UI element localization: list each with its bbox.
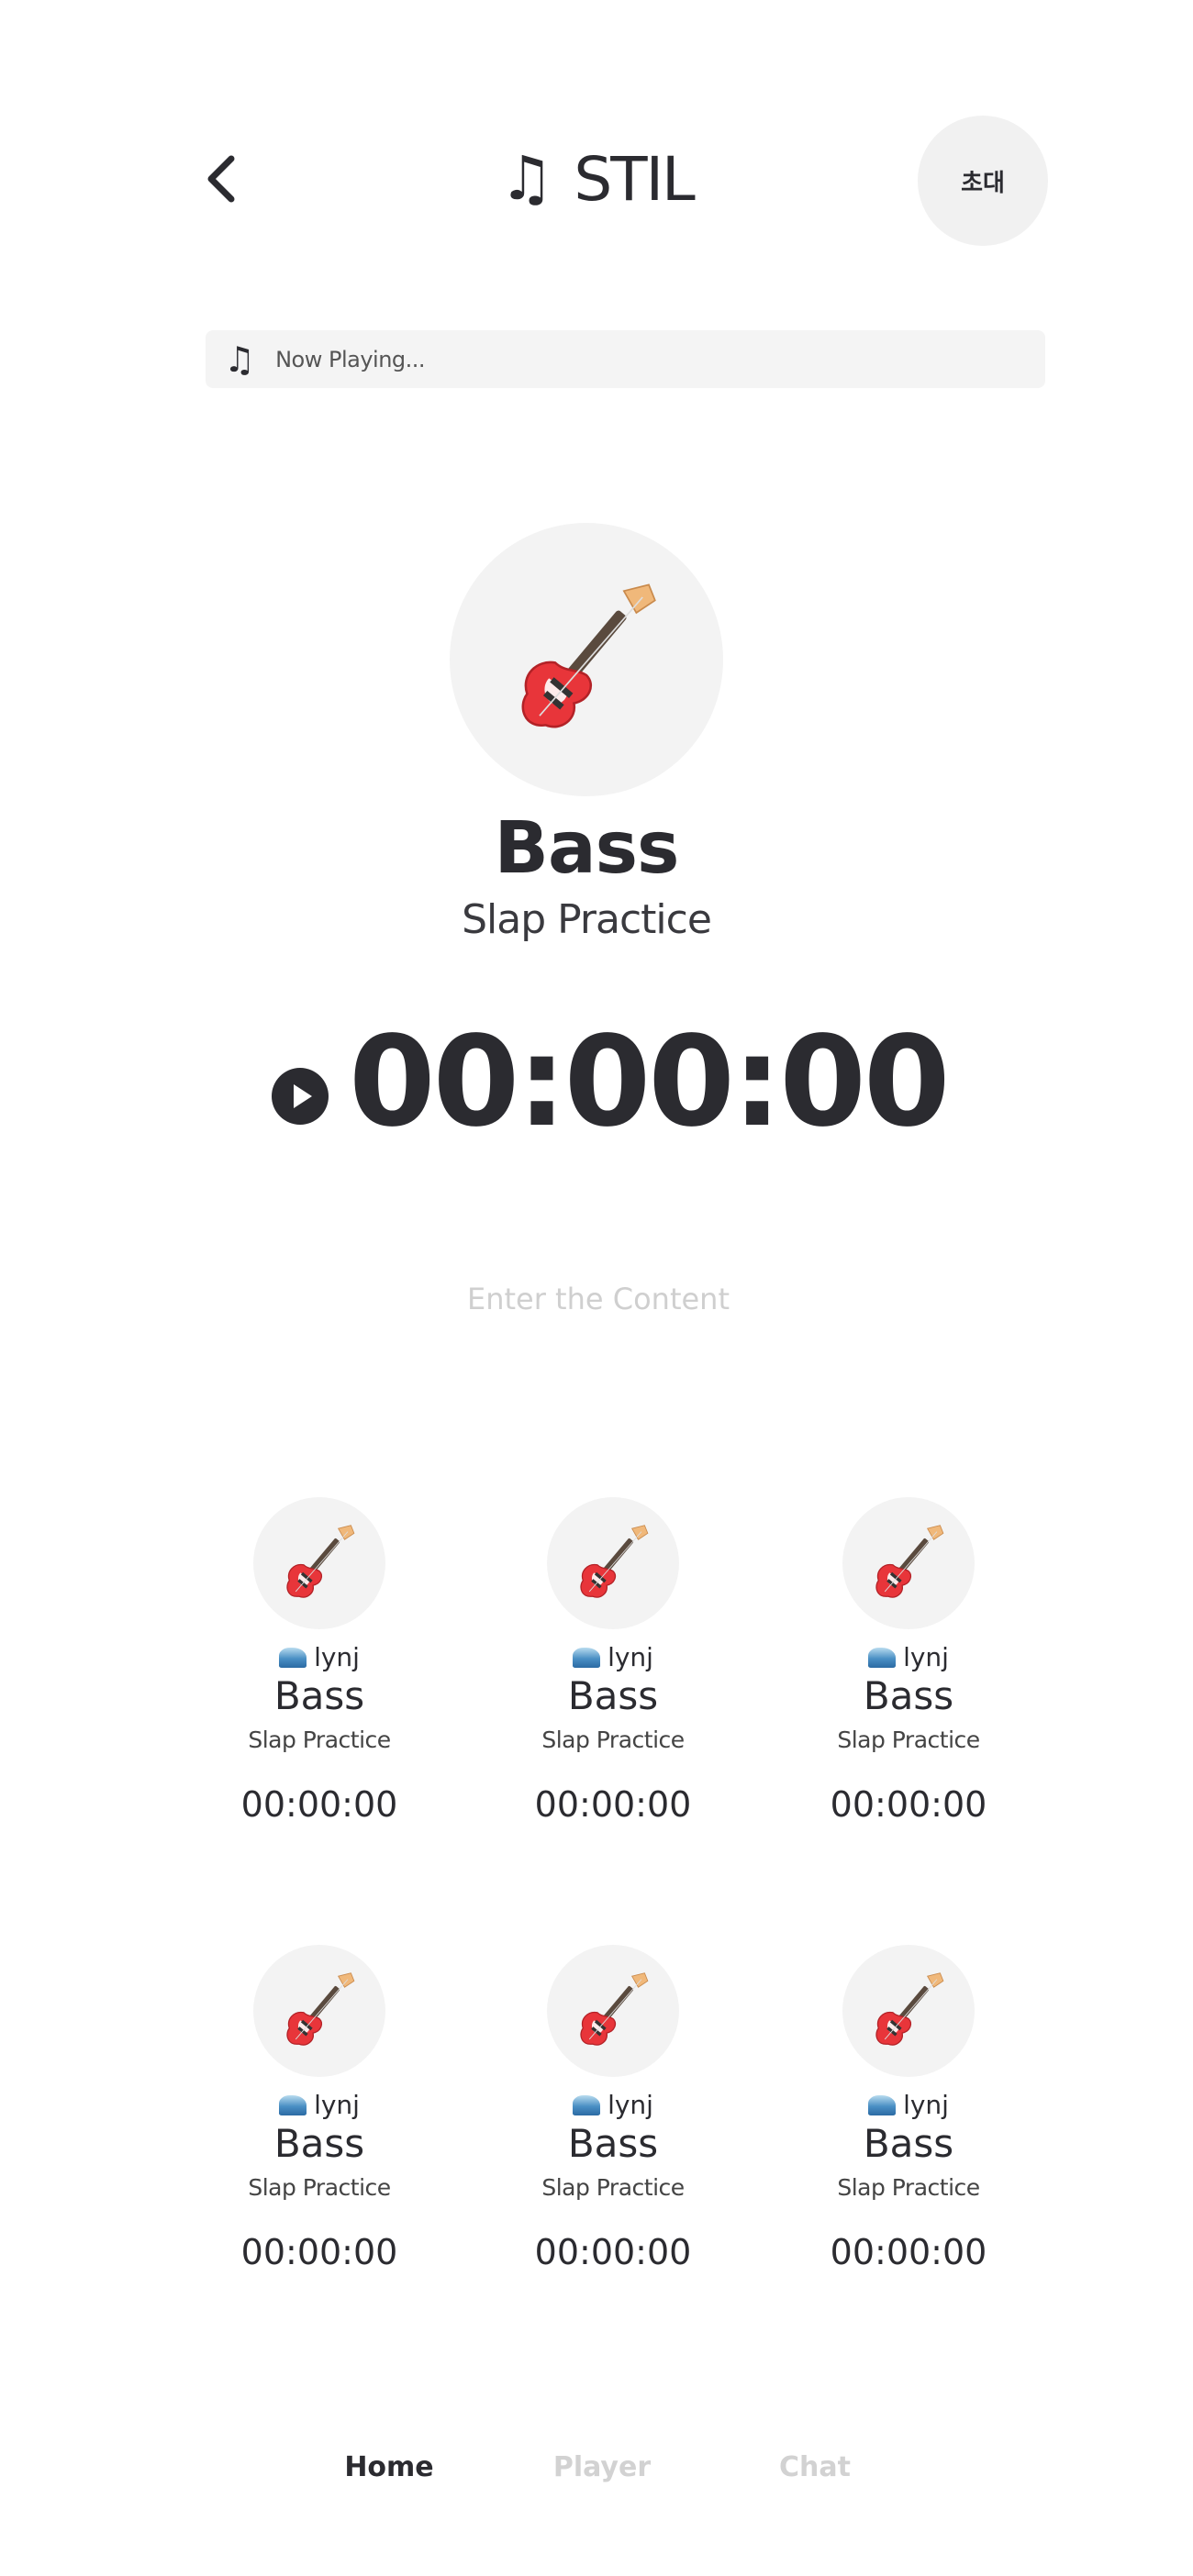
- user-card[interactable]: lynj Bass Slap Practice 00:00:00: [745, 1945, 1039, 2312]
- card-instrument-name: Bass: [863, 1673, 954, 1718]
- guitar-icon: [508, 582, 664, 738]
- user-card[interactable]: lynj Bass Slap Practice 00:00:00: [745, 1497, 1039, 1864]
- play-button[interactable]: [272, 1068, 329, 1125]
- card-user-name: lynj: [903, 2090, 949, 2120]
- wave-icon: [868, 1648, 897, 1668]
- guitar-icon: [869, 1524, 948, 1603]
- music-note-icon: ♫: [499, 143, 554, 214]
- card-user-name: lynj: [608, 1642, 653, 1672]
- card-user: lynj: [156, 1642, 483, 1672]
- nav-item-chat[interactable]: Chat: [723, 2451, 907, 2483]
- wave-icon: [573, 1648, 601, 1668]
- card-instrument-avatar: [253, 1945, 385, 2077]
- hero-instrument-name: Bass: [494, 807, 680, 890]
- card-instrument-name: Bass: [567, 2121, 659, 2166]
- card-instrument-name: Bass: [273, 2121, 365, 2166]
- card-timer: 00:00:00: [534, 2232, 692, 2272]
- nav-item-home[interactable]: Home: [297, 2451, 481, 2483]
- invite-button[interactable]: 초대: [918, 116, 1048, 246]
- now-playing-text: Now Playing...: [275, 346, 426, 372]
- nav-item-player[interactable]: Player: [510, 2451, 694, 2483]
- card-user: lynj: [156, 2090, 483, 2120]
- card-user-name: lynj: [314, 1642, 360, 1672]
- hero-activity: Slap Practice: [462, 896, 712, 943]
- card-instrument-name: Bass: [567, 1673, 659, 1718]
- guitar-icon: [574, 1971, 652, 2050]
- card-instrument-avatar: [253, 1497, 385, 1629]
- music-note-icon: ♫: [224, 339, 256, 380]
- user-card[interactable]: lynj Bass Slap Practice 00:00:00: [450, 1945, 743, 2312]
- card-timer: 00:00:00: [240, 2232, 398, 2272]
- card-activity: Slap Practice: [837, 1727, 980, 1753]
- card-instrument-avatar: [547, 1497, 679, 1629]
- card-activity: Slap Practice: [248, 1727, 391, 1753]
- card-instrument-avatar: [547, 1945, 679, 2077]
- card-user: lynj: [745, 1642, 1072, 1672]
- content-input[interactable]: [358, 1271, 839, 1327]
- card-instrument-avatar: [842, 1497, 975, 1629]
- user-card[interactable]: lynj Bass Slap Practice 00:00:00: [156, 1945, 450, 2312]
- wave-icon: [573, 2095, 601, 2115]
- hero-timer: 00:00:00: [349, 1010, 951, 1155]
- user-card[interactable]: lynj Bass Slap Practice 00:00:00: [156, 1497, 450, 1864]
- card-timer: 00:00:00: [534, 1784, 692, 1825]
- guitar-icon: [574, 1524, 652, 1603]
- card-user: lynj: [450, 1642, 776, 1672]
- card-user: lynj: [745, 2090, 1072, 2120]
- card-timer: 00:00:00: [830, 1784, 987, 1825]
- card-activity: Slap Practice: [837, 2174, 980, 2201]
- user-card[interactable]: lynj Bass Slap Practice 00:00:00: [450, 1497, 743, 1864]
- card-activity: Slap Practice: [541, 1727, 685, 1753]
- card-user-name: lynj: [903, 1642, 949, 1672]
- card-instrument-name: Bass: [273, 1673, 365, 1718]
- card-user: lynj: [450, 2090, 776, 2120]
- wave-icon: [868, 2095, 897, 2115]
- card-instrument-name: Bass: [863, 2121, 954, 2166]
- now-playing-bar[interactable]: ♫ Now Playing...: [206, 330, 1045, 388]
- card-timer: 00:00:00: [830, 2232, 987, 2272]
- hero-instrument-avatar: [450, 523, 723, 796]
- guitar-icon: [280, 1524, 359, 1603]
- card-user-name: lynj: [314, 2090, 360, 2120]
- card-instrument-avatar: [842, 1945, 975, 2077]
- wave-icon: [279, 2095, 307, 2115]
- guitar-icon: [280, 1971, 359, 2050]
- card-activity: Slap Practice: [248, 2174, 391, 2201]
- guitar-icon: [869, 1971, 948, 2050]
- wave-icon: [279, 1648, 307, 1668]
- card-timer: 00:00:00: [240, 1784, 398, 1825]
- app-title-text: STIL: [574, 143, 695, 215]
- card-activity: Slap Practice: [541, 2174, 685, 2201]
- card-user-name: lynj: [608, 2090, 653, 2120]
